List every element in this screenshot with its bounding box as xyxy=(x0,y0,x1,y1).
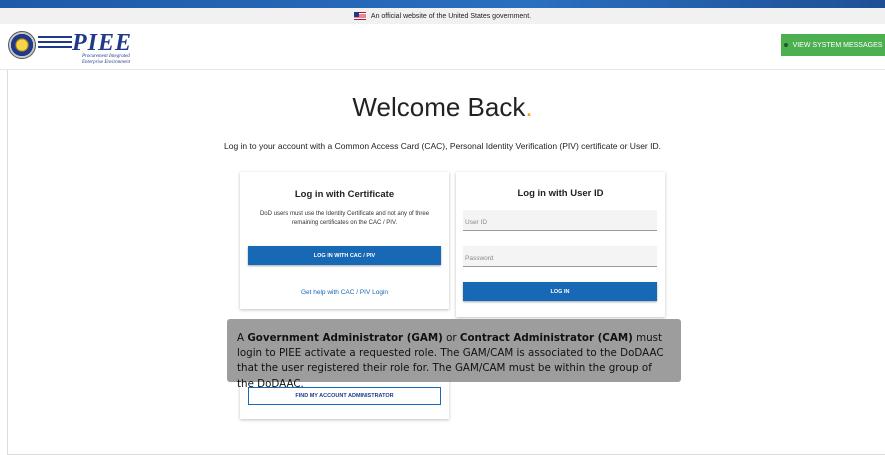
user-id-input[interactable] xyxy=(463,216,657,228)
us-flag-icon xyxy=(353,12,366,20)
logo-subtitle: Procurement Integrated Enterprise Enviro… xyxy=(82,54,131,65)
welcome-accent-dot: . xyxy=(525,92,533,122)
logo-lines-icon xyxy=(38,36,72,54)
page: An official website of the United States… xyxy=(0,0,885,455)
status-dot-icon xyxy=(783,43,788,47)
top-strip xyxy=(0,0,885,8)
password-input[interactable] xyxy=(463,252,657,264)
certificate-login-card: Log in with Certificate DoD users must u… xyxy=(240,172,449,309)
user-id-field[interactable] xyxy=(463,210,657,231)
login-button[interactable]: LOG IN xyxy=(463,282,657,301)
view-system-messages-button[interactable]: VIEW SYSTEM MESSAGES xyxy=(781,34,885,56)
userid-card-title: Log in with User ID xyxy=(517,188,604,199)
gov-banner: An official website of the United States… xyxy=(0,8,885,24)
password-field[interactable] xyxy=(463,246,657,267)
welcome-heading: Welcome Back. xyxy=(352,92,533,122)
header: PIEE Procurement Integrated Enterprise E… xyxy=(0,24,885,70)
cac-piv-help-link[interactable]: Get help with CAC / PIV Login xyxy=(240,289,449,296)
login-instructions: Log in to your account with a Common Acc… xyxy=(224,141,661,151)
userid-login-card: Log in with User ID LOG IN xyxy=(456,172,665,317)
login-cac-piv-button[interactable]: LOG IN WITH CAC / PIV xyxy=(248,246,441,265)
certificate-note: DoD users must use the Identity Certific… xyxy=(259,211,430,226)
administrator-info-tooltip: A Government Administrator (GAM) or Cont… xyxy=(227,319,681,390)
piee-logo[interactable]: PIEE xyxy=(72,30,132,57)
gov-banner-text: An official website of the United States… xyxy=(370,12,532,20)
certificate-card-title: Log in with Certificate xyxy=(294,189,395,200)
cam-term: Contract Administrator (CAM) xyxy=(459,332,633,344)
dod-seal-icon[interactable] xyxy=(8,31,36,59)
gam-term: Government Administrator (GAM) xyxy=(247,332,443,344)
